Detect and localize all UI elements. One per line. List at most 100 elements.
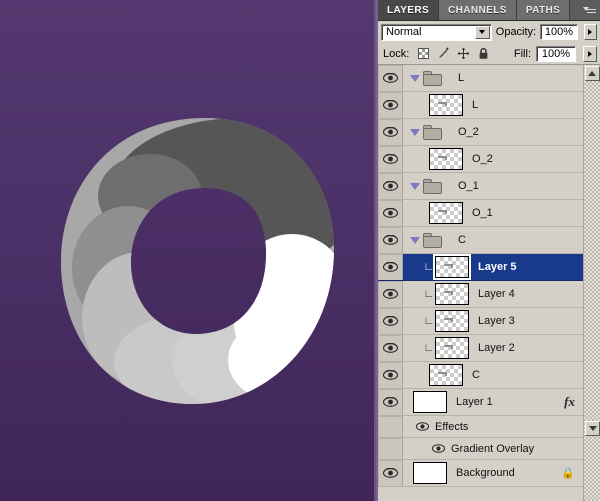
table-row[interactable]: Layer 1 fx (378, 389, 583, 416)
table-row[interactable]: ∟ Layer 3 (378, 308, 583, 335)
layer-name: Layer 1 (456, 396, 493, 408)
group-disclosure-icon[interactable] (407, 183, 423, 190)
panel-menu-icon[interactable] (578, 0, 600, 20)
folder-icon (423, 233, 443, 248)
folder-icon (423, 125, 443, 140)
layer-thumbnail[interactable] (413, 391, 447, 413)
opacity-stepper-icon[interactable] (584, 24, 597, 40)
scroll-down-icon[interactable] (585, 421, 600, 436)
visibility-toggle[interactable] (378, 65, 403, 91)
folder-icon (423, 71, 443, 86)
eye-icon (382, 72, 398, 84)
table-row[interactable]: ∟ Layer 4 (378, 281, 583, 308)
visibility-toggle[interactable] (378, 389, 403, 415)
layer-thumbnail[interactable] (435, 256, 469, 278)
clipping-mask-icon: ∟ (423, 262, 435, 273)
lock-position-icon[interactable] (457, 47, 470, 60)
layer-name: Layer 2 (478, 342, 515, 354)
table-row[interactable]: ∟ Layer 5 (378, 254, 583, 281)
layer-thumbnail[interactable] (429, 148, 463, 170)
group-disclosure-icon[interactable] (407, 237, 423, 244)
eye-icon (382, 126, 398, 138)
document-canvas[interactable] (0, 0, 376, 501)
eye-icon[interactable] (431, 443, 445, 454)
eye-icon[interactable] (415, 421, 429, 432)
visibility-toggle[interactable] (378, 227, 403, 253)
layer-name: Layer 3 (478, 315, 515, 327)
layer-name: O_1 (472, 207, 493, 219)
list-item[interactable]: Gradient Overlay (378, 438, 583, 460)
layer-thumbnail[interactable] (429, 202, 463, 224)
layer-thumbnail[interactable] (435, 310, 469, 332)
visibility-toggle[interactable] (378, 308, 403, 334)
eye-icon (382, 288, 398, 300)
visibility-toggle[interactable] (378, 460, 403, 486)
tab-channels-label: CHANNELS (448, 5, 507, 16)
layer-thumbnail[interactable] (435, 337, 469, 359)
visibility-toggle[interactable] (378, 416, 403, 437)
fill-stepper-icon[interactable] (583, 46, 597, 62)
opacity-input[interactable]: 100% (540, 24, 578, 40)
layer-thumbnail[interactable] (435, 283, 469, 305)
eye-icon (382, 342, 398, 354)
visibility-toggle[interactable] (378, 438, 403, 459)
tab-paths[interactable]: PATHS (517, 0, 570, 20)
lock-image-pixels-icon[interactable] (437, 47, 450, 60)
photoshop-window: LAYERS CHANNELS PATHS Normal Opacity: 10… (0, 0, 600, 501)
table-row[interactable]: L (378, 65, 583, 92)
effect-name: Gradient Overlay (451, 443, 534, 455)
eye-icon (382, 180, 398, 192)
layer-name: Background (456, 467, 515, 479)
table-row[interactable]: O_2 (378, 146, 583, 173)
tab-channels[interactable]: CHANNELS (439, 0, 517, 20)
layer-name: O_2 (458, 126, 479, 138)
visibility-toggle[interactable] (378, 362, 403, 388)
table-row[interactable]: O_1 (378, 200, 583, 227)
table-row[interactable]: Background 🔒 (378, 460, 583, 487)
blend-mode-row: Normal Opacity: 100% (378, 21, 600, 43)
c-inner-hole (131, 188, 266, 334)
eye-icon (382, 99, 398, 111)
group-disclosure-icon[interactable] (407, 75, 423, 82)
table-row[interactable]: O_2 (378, 119, 583, 146)
layer-thumbnail[interactable] (429, 364, 463, 386)
layer-list[interactable]: L L (378, 65, 600, 501)
tab-bar-filler (570, 0, 578, 20)
visibility-toggle[interactable] (378, 281, 403, 307)
table-row[interactable]: ∟ Layer 2 (378, 335, 583, 362)
layer-thumbnail[interactable] (413, 462, 447, 484)
chevron-down-icon[interactable] (475, 26, 490, 39)
opacity-label: Opacity: (496, 26, 536, 38)
visibility-toggle[interactable] (378, 200, 403, 226)
lock-all-icon: 🔒 (561, 467, 575, 480)
visibility-toggle[interactable] (378, 335, 403, 361)
fill-input[interactable]: 100% (536, 46, 576, 62)
eye-icon (382, 234, 398, 246)
visibility-toggle[interactable] (378, 92, 403, 118)
lock-transparent-pixels-icon[interactable] (417, 47, 430, 60)
layer-rows: L L (378, 65, 583, 501)
table-row[interactable]: C (378, 227, 583, 254)
visibility-toggle[interactable] (378, 173, 403, 199)
group-disclosure-icon[interactable] (407, 129, 423, 136)
visibility-toggle[interactable] (378, 254, 403, 280)
vertical-scrollbar[interactable] (583, 65, 600, 501)
tab-layers-label: LAYERS (387, 5, 429, 16)
effects-label: Effects (435, 421, 468, 433)
list-item[interactable]: Effects (378, 416, 583, 438)
folder-icon (423, 179, 443, 194)
blend-mode-select[interactable]: Normal (381, 24, 492, 41)
visibility-toggle[interactable] (378, 119, 403, 145)
scroll-up-icon[interactable] (585, 66, 600, 81)
table-row[interactable]: L (378, 92, 583, 119)
eye-icon (382, 467, 398, 479)
lock-label: Lock: (383, 48, 409, 60)
visibility-toggle[interactable] (378, 146, 403, 172)
layer-thumbnail[interactable] (429, 94, 463, 116)
tab-layers[interactable]: LAYERS (378, 0, 439, 20)
layer-effects-fx-icon[interactable]: fx (564, 394, 575, 410)
table-row[interactable]: O_1 (378, 173, 583, 200)
table-row[interactable]: C (378, 362, 583, 389)
layer-name: Layer 5 (478, 261, 517, 273)
lock-all-icon[interactable] (477, 47, 490, 60)
